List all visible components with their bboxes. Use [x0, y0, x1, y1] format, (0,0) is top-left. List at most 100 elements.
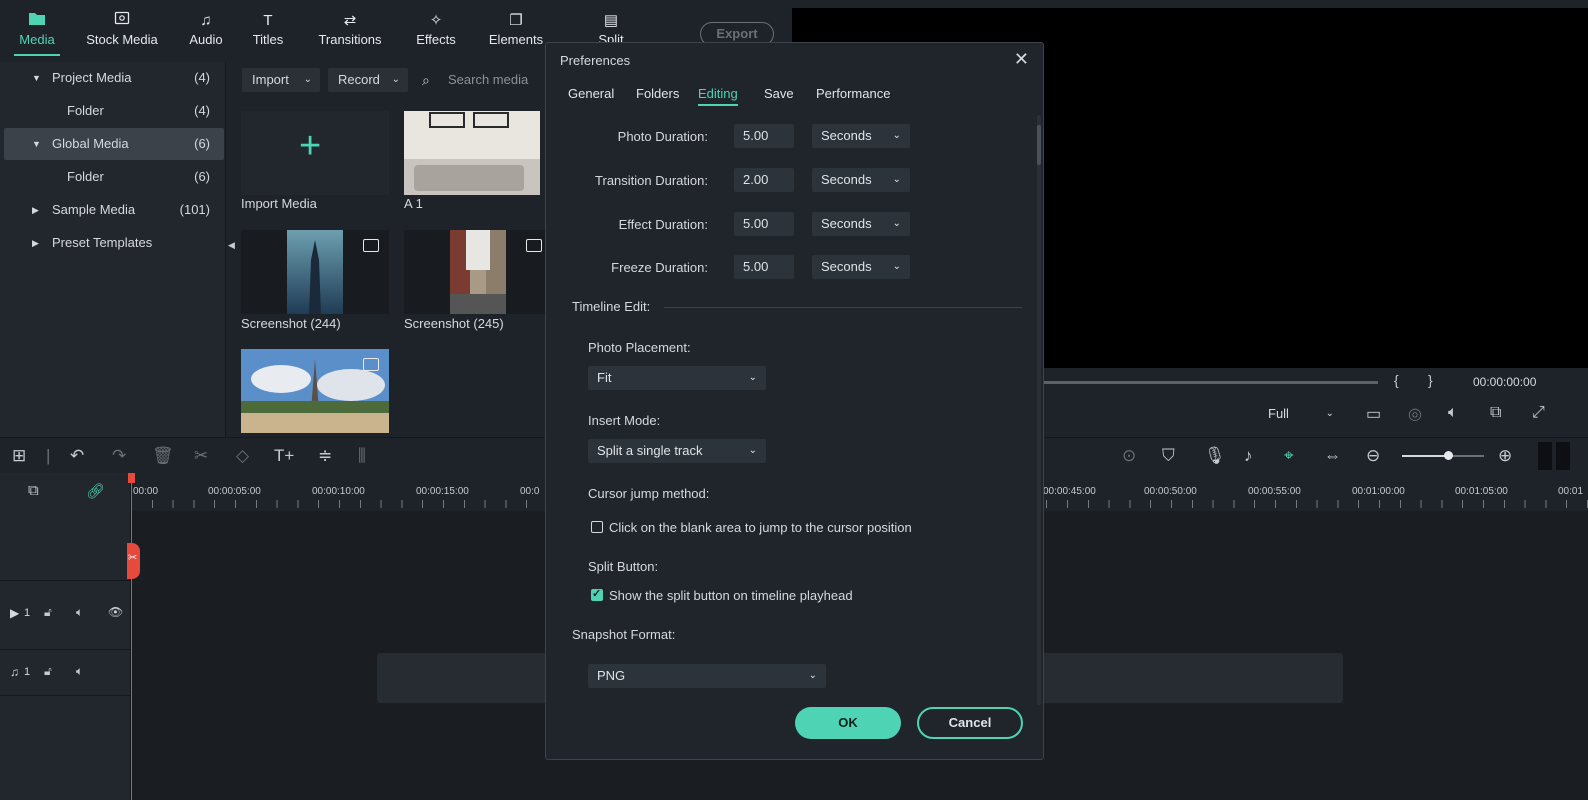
tab-general[interactable]: General: [568, 86, 614, 101]
tab-save[interactable]: Save: [764, 86, 794, 101]
audio-mixer-icon[interactable]: ♪: [1244, 446, 1253, 466]
photo-duration-unit[interactable]: Seconds ⌄: [812, 124, 910, 148]
tab-effects[interactable]: ✧ Effects: [414, 10, 458, 60]
zoom-slider-handle[interactable]: [1444, 451, 1453, 460]
tab-transitions[interactable]: ⇄ Transitions: [318, 10, 382, 60]
mute-icon[interactable]: 🔈︎: [76, 605, 83, 620]
close-icon[interactable]: ✕: [1014, 49, 1029, 70]
redo-icon[interactable]: ↷: [112, 446, 126, 466]
preferences-dialog: Preferences ✕ General Folders Editing Sa…: [545, 42, 1044, 760]
freeze-duration-input[interactable]: 5.00: [734, 255, 794, 279]
media-thumbnail-a1[interactable]: [404, 111, 540, 195]
cut-icon[interactable]: ✂: [194, 446, 208, 466]
playhead[interactable]: ✂: [127, 473, 140, 800]
tab-audio[interactable]: ♫ Audio: [186, 10, 226, 60]
elements-icon: ❐: [509, 12, 523, 29]
audio-wave-icon[interactable]: ⫼: [358, 446, 366, 466]
cursor-jump-checkbox[interactable]: [591, 521, 603, 533]
import-dropdown[interactable]: Import ⌄: [242, 68, 320, 92]
zoom-out-icon[interactable]: ⊖: [1366, 446, 1380, 466]
import-media-tile[interactable]: +: [241, 111, 389, 195]
mark-in-icon[interactable]: {: [1394, 372, 1399, 388]
media-thumbnail-screenshot-245[interactable]: [404, 230, 552, 314]
media-item-label: A 1: [404, 196, 423, 211]
split-button[interactable]: ✂: [127, 543, 140, 579]
tab-editing[interactable]: Editing: [698, 86, 738, 106]
music-note-icon: ♫: [200, 12, 212, 29]
collapse-panel-icon[interactable]: ◀: [228, 240, 235, 251]
add-track-icon[interactable]: ⧉: [28, 482, 39, 499]
media-thumbnail-screenshot-244[interactable]: [241, 230, 389, 314]
tab-media[interactable]: Media: [14, 10, 60, 60]
track-headers: ⧉ 🔗︎ ▶ 1 🔓︎ 🔈︎ 👁︎ ♫ 1 🔓︎ 🔈︎: [0, 473, 131, 800]
quality-dropdown[interactable]: Full ⌄: [1258, 402, 1342, 426]
fit-timeline-icon[interactable]: ⇔: [1324, 446, 1341, 466]
photo-placement-label: Photo Placement:: [588, 340, 691, 355]
layout-icon[interactable]: ⊞: [12, 446, 26, 466]
snap-icon[interactable]: ⌖: [1284, 446, 1294, 466]
split-button-label: Split Button:: [588, 559, 659, 574]
preview-progress-track[interactable]: [1032, 381, 1378, 384]
insert-mode-select[interactable]: Split a single track ⌄: [588, 439, 766, 463]
render-icon[interactable]: ⊙: [1122, 446, 1136, 466]
library-item-folder[interactable]: Folder (4): [4, 95, 224, 127]
library-item-sample-media[interactable]: ▶ Sample Media (101): [4, 194, 224, 226]
lock-icon[interactable]: 🔓︎: [44, 605, 52, 620]
cursor-jump-label: Cursor jump method:: [588, 486, 710, 501]
effect-duration-unit[interactable]: Seconds ⌄: [812, 212, 910, 236]
transition-duration-unit[interactable]: Seconds ⌄: [812, 168, 910, 192]
freeze-duration-unit[interactable]: Seconds ⌄: [812, 255, 910, 279]
display-icon[interactable]: ▭: [1366, 404, 1381, 424]
marker-icon[interactable]: ⛉: [1162, 446, 1175, 466]
chevron-down-icon: ⌄: [892, 130, 901, 141]
tab-stock-media[interactable]: Stock Media: [86, 10, 158, 60]
playhead-handle[interactable]: [128, 473, 135, 483]
transition-duration-input[interactable]: 2.00: [734, 168, 794, 192]
delete-icon[interactable]: 🗑︎: [152, 446, 174, 466]
photo-placement-select[interactable]: Fit ⌄: [588, 366, 766, 390]
library-item-folder[interactable]: Folder (6): [4, 161, 224, 193]
eye-icon[interactable]: 👁︎: [108, 605, 123, 619]
tab-performance[interactable]: Performance: [816, 86, 890, 101]
library-item-global-media[interactable]: ▼ Global Media (6): [4, 128, 224, 160]
transition-duration-label: Transition Duration:: [595, 173, 708, 188]
volume-icon[interactable]: 🔈︎: [1448, 404, 1458, 422]
add-text-icon[interactable]: T+: [274, 446, 294, 466]
dialog-title: Preferences: [560, 53, 631, 68]
chevron-down-icon: ⌄: [808, 670, 817, 681]
media-thumbnail-eiffel[interactable]: [241, 349, 389, 433]
app-window: Media Stock Media ♫ Audio T Titles ⇄ Tra…: [0, 0, 1588, 800]
zoom-in-icon[interactable]: ⊕: [1498, 446, 1512, 466]
section-divider: [664, 307, 1022, 308]
tab-folders[interactable]: Folders: [636, 86, 679, 101]
photo-duration-input[interactable]: 5.00: [734, 124, 794, 148]
adjust-icon[interactable]: ≑: [318, 446, 332, 466]
snapshot-icon[interactable]: ◎: [1408, 404, 1422, 424]
library-item-preset-templates[interactable]: ▶ Preset Templates: [4, 227, 224, 259]
zoom-slider[interactable]: [1402, 451, 1484, 460]
microphone-icon[interactable]: 🎙︎: [1204, 446, 1226, 466]
library-item-project-media[interactable]: ▼ Project Media (4): [4, 62, 224, 94]
split-button-checkbox[interactable]: [591, 587, 603, 601]
fullscreen-icon[interactable]: ⤢: [1532, 404, 1545, 422]
timeline-edit-heading: Timeline Edit:: [572, 299, 651, 314]
effect-duration-input[interactable]: 5.00: [734, 212, 794, 236]
lock-icon[interactable]: 🔓︎: [44, 664, 52, 679]
undo-icon[interactable]: ↶: [70, 446, 84, 466]
tag-icon[interactable]: ◇: [236, 446, 249, 466]
dialog-scrollbar[interactable]: [1037, 115, 1041, 705]
snapshot-format-select[interactable]: PNG ⌄: [588, 664, 826, 688]
split-button-option[interactable]: Show the split button on timeline playhe…: [609, 588, 853, 603]
image-type-icon: [526, 239, 542, 252]
cancel-button[interactable]: Cancel: [917, 707, 1023, 739]
mark-out-icon[interactable]: }: [1428, 372, 1433, 388]
ok-button[interactable]: OK: [795, 707, 901, 739]
cursor-jump-option[interactable]: Click on the blank area to jump to the c…: [609, 520, 912, 535]
media-item-label: Screenshot (244): [241, 316, 341, 331]
mute-icon[interactable]: 🔈︎: [76, 664, 83, 679]
tab-titles[interactable]: T Titles: [250, 10, 286, 60]
pip-icon[interactable]: ⧉: [1490, 404, 1501, 422]
link-icon[interactable]: 🔗︎: [86, 482, 105, 500]
tab-elements[interactable]: ❐ Elements: [488, 10, 544, 60]
record-dropdown[interactable]: Record ⌄: [328, 68, 408, 92]
